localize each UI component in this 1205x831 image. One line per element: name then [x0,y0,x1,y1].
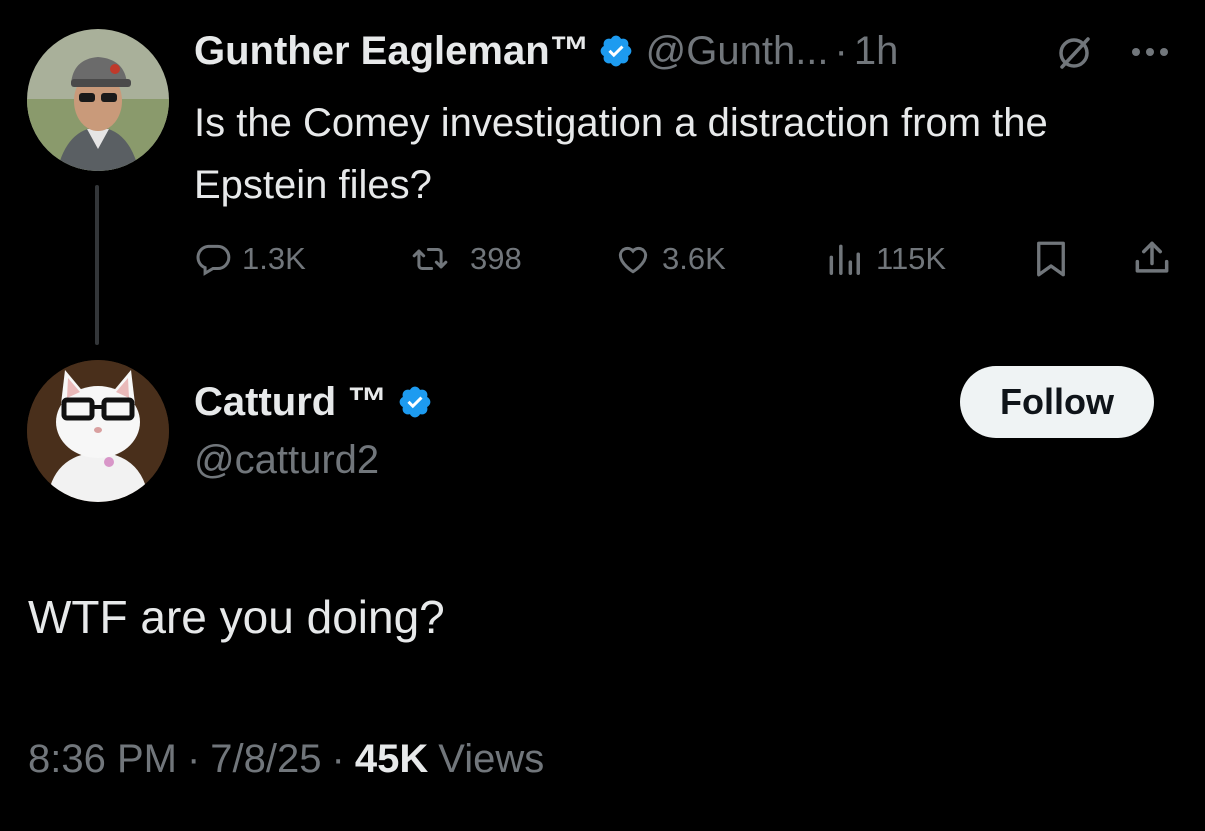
retweet-count: 398 [470,241,522,276]
reply-button[interactable]: 1.3K [194,240,306,278]
parent-handle[interactable]: @Gunth... [646,29,829,74]
follow-button[interactable]: Follow [960,366,1154,438]
parent-separator: · [834,28,848,73]
parent-author-name[interactable]: Gunther Eagleman™ [194,29,590,74]
reply-author-name[interactable]: Catturd ™ [194,380,387,425]
grok-slash-icon[interactable] [1052,31,1096,75]
views-label: Views [438,736,545,781]
verified-badge-icon [598,33,634,69]
like-button[interactable]: 3.6K [614,240,726,278]
like-icon [618,246,648,274]
bookmark-icon[interactable] [1030,238,1072,280]
parent-tweet-text: Is the Comey investigation a distraction… [194,101,1048,207]
meta-separator: · [331,736,345,781]
reply-icon [196,244,231,276]
share-icon[interactable] [1130,236,1174,280]
verified-badge-icon [397,384,433,420]
parent-time[interactable]: 1h [854,29,899,74]
more-icon[interactable] [1128,40,1172,64]
meta-separator: · [186,736,201,781]
views-count: 115K [876,241,947,276]
thread-connector-line [95,185,99,345]
retweet-button[interactable]: 398 [400,240,522,278]
avatar-catturd[interactable] [27,360,169,502]
views-icon [829,244,860,275]
reply-handle[interactable]: @catturd2 [194,438,379,483]
retweet-icon [412,247,448,271]
reply-count: 1.3K [242,241,306,276]
like-count: 3.6K [662,241,726,276]
tweet-date[interactable]: 7/8/25 [210,737,321,782]
views-total: 45K [354,736,429,781]
reply-tweet-text: WTF are you doing? [28,591,445,643]
views-button[interactable]: 115K [822,240,946,278]
tweet-time[interactable]: 8:36 PM [28,737,177,782]
avatar-gunther[interactable] [27,29,169,171]
